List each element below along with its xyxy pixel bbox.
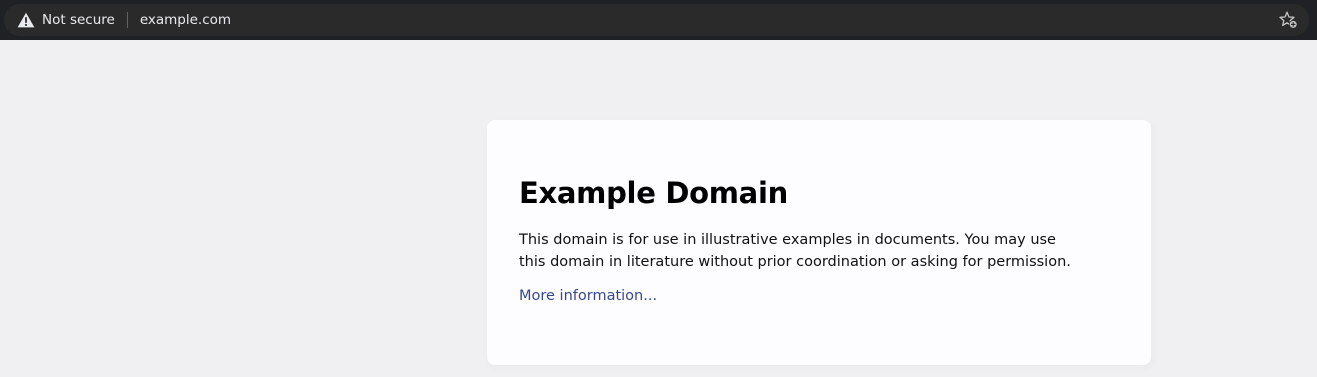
url-text[interactable]: example.com xyxy=(140,12,231,28)
more-information-link[interactable]: More information... xyxy=(519,288,657,304)
page-title: Example Domain xyxy=(519,176,788,210)
page-viewport: Example Domain This domain is for use in… xyxy=(0,40,1317,377)
address-bar[interactable]: Not secure example.com xyxy=(4,4,1309,36)
page-description: This domain is for use in illustrative e… xyxy=(519,232,1071,270)
browser-toolbar: Not secure example.com xyxy=(0,0,1317,40)
omnibox-divider xyxy=(126,12,128,28)
security-label: Not secure xyxy=(42,12,115,28)
bookmark-star-icon[interactable] xyxy=(1279,11,1299,29)
warning-icon xyxy=(17,12,35,28)
content-card: Example Domain This domain is for use in… xyxy=(487,120,1151,365)
security-indicator-button[interactable]: Not secure xyxy=(4,4,115,36)
